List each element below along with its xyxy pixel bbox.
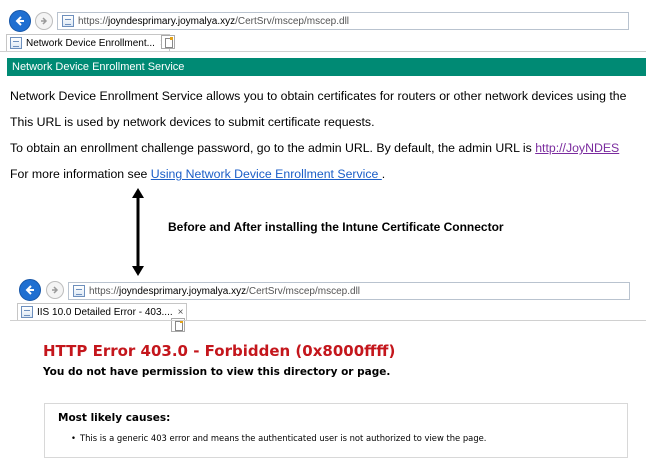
tab-iis-detailed-error[interactable]: IIS 10.0 Detailed Error - 403.... × bbox=[17, 303, 188, 320]
address-bar[interactable]: https://joyndesprimary.joymalya.xyz/Cert… bbox=[68, 282, 630, 300]
ndes-more-info: For more information see Using Network D… bbox=[10, 167, 385, 181]
address-bar[interactable]: https://joyndesprimary.joymalya.xyz/Cert… bbox=[57, 12, 629, 30]
forward-button[interactable] bbox=[46, 281, 64, 299]
back-button[interactable] bbox=[19, 279, 41, 301]
error-subtitle: You do not have permission to view this … bbox=[43, 366, 391, 378]
url-scheme: https:// bbox=[89, 285, 120, 297]
url-scheme: https:// bbox=[78, 15, 109, 27]
more-info-period: . bbox=[381, 167, 386, 181]
url-host: joyndesprimary.joymalya.xyz bbox=[119, 285, 247, 297]
tab-page-icon bbox=[21, 306, 33, 318]
admin-url-link[interactable]: http://JoyNDES bbox=[535, 141, 619, 155]
causes-heading: Most likely causes: bbox=[58, 412, 171, 424]
cause-item: • This is a generic 403 error and means … bbox=[71, 433, 487, 443]
tab-network-device-enrollment[interactable]: Network Device Enrollment... × bbox=[6, 34, 170, 51]
back-arrow-icon bbox=[15, 16, 24, 26]
url-path: /CertSrv/mscep/mscep.dll bbox=[235, 15, 350, 27]
forward-arrow-icon bbox=[52, 286, 59, 294]
tab-title: IIS 10.0 Detailed Error - 403.... bbox=[37, 306, 173, 318]
close-tab-icon[interactable]: × bbox=[178, 307, 184, 318]
ndes-header-bar: Network Device Enrollment Service bbox=[7, 58, 646, 76]
admin-url-text: To obtain an enrollment challenge passwo… bbox=[10, 141, 536, 155]
page-icon bbox=[73, 285, 85, 297]
comparison-caption: Before and After installing the Intune C… bbox=[168, 220, 504, 234]
cause-text: This is a generic 403 error and means th… bbox=[80, 433, 487, 443]
tab-title: Network Device Enrollment... bbox=[26, 37, 155, 49]
double-arrow-icon bbox=[132, 188, 144, 276]
ndes-admin-info: To obtain an enrollment challenge passwo… bbox=[10, 141, 619, 155]
error-title: HTTP Error 403.0 - Forbidden (0x8000ffff… bbox=[43, 342, 396, 360]
back-arrow-icon bbox=[25, 285, 34, 295]
ndes-url-info: This URL is used by network devices to s… bbox=[10, 115, 375, 129]
ndes-description: Network Device Enrollment Service allows… bbox=[10, 89, 627, 103]
new-tab-icon[interactable] bbox=[161, 35, 175, 49]
causes-panel: Most likely causes: • This is a generic … bbox=[44, 403, 628, 458]
forward-button[interactable] bbox=[35, 12, 53, 30]
tab-divider bbox=[0, 51, 646, 52]
page-icon bbox=[62, 15, 74, 27]
tab-divider bbox=[10, 320, 646, 321]
bullet-icon: • bbox=[71, 433, 76, 443]
more-info-text: For more information see bbox=[10, 167, 151, 181]
back-button[interactable] bbox=[9, 10, 31, 32]
tab-page-icon bbox=[10, 37, 22, 49]
url-host: joyndesprimary.joymalya.xyz bbox=[108, 15, 236, 27]
url-path: /CertSrv/mscep/mscep.dll bbox=[246, 285, 361, 297]
forward-arrow-icon bbox=[41, 17, 48, 25]
ndes-help-link[interactable]: Using Network Device Enrollment Service bbox=[151, 167, 382, 181]
